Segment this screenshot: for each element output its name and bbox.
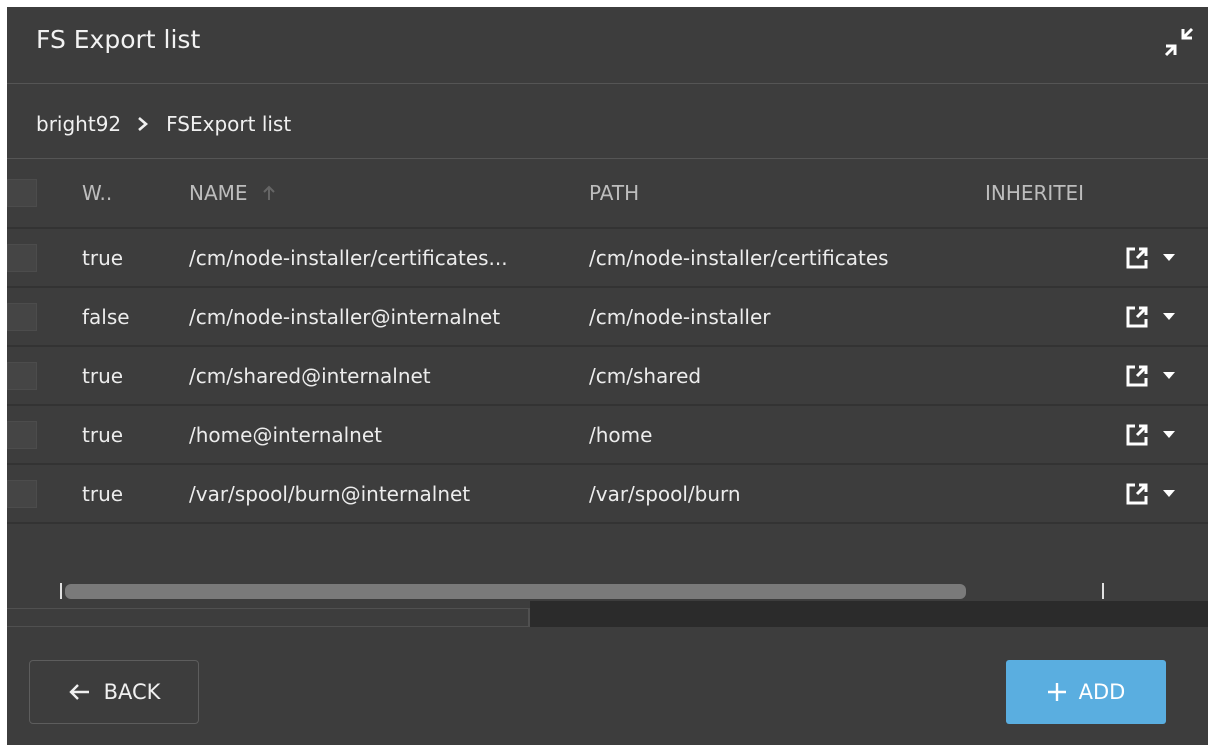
- column-header-name[interactable]: NAME: [189, 159, 574, 227]
- dropdown-caret-icon[interactable]: [1163, 253, 1175, 262]
- divider: [7, 626, 529, 627]
- column-header-inherited[interactable]: INHERITEI: [985, 159, 1103, 227]
- row-checkbox[interactable]: [7, 420, 37, 449]
- scrollbar-right-tick: [1102, 583, 1104, 599]
- cell-inherited: [985, 465, 1103, 522]
- cell-path: /var/spool/burn: [589, 481, 741, 506]
- cell-name: /cm/shared@internalnet: [189, 363, 431, 388]
- cell-w: true: [82, 422, 124, 447]
- cell-inherited: [985, 288, 1103, 345]
- open-external-icon[interactable]: [1125, 246, 1149, 270]
- open-external-icon[interactable]: [1125, 305, 1149, 329]
- horizontal-scrollbar-thumb[interactable]: [65, 584, 966, 599]
- add-button-label: ADD: [1078, 680, 1126, 704]
- collapse-arrows-icon: [1164, 27, 1194, 57]
- table-row[interactable]: true /cm/shared@internalnet /cm/shared: [7, 347, 1208, 406]
- row-checkbox[interactable]: [7, 302, 37, 331]
- table-row[interactable]: false /cm/node-installer@internalnet /cm…: [7, 288, 1208, 347]
- cell-inherited: [985, 406, 1103, 463]
- chevron-right-icon: [137, 116, 149, 132]
- cell-path: /cm/node-installer: [589, 304, 771, 329]
- table-row[interactable]: true /cm/node-installer/certificates... …: [7, 229, 1208, 288]
- scrollbar-left-tick: [60, 583, 62, 599]
- table-header-row: W.. NAME PATH INHERITEI: [7, 159, 1208, 229]
- add-button[interactable]: ADD: [1006, 660, 1166, 724]
- scroll-track-dark: [530, 601, 1208, 627]
- cell-inherited: [985, 229, 1103, 286]
- cell-path: /cm/node-installer/certificates: [589, 245, 889, 270]
- breadcrumb: bright92 FSExport list: [36, 110, 291, 138]
- select-all-checkbox[interactable]: [7, 179, 37, 207]
- table-row[interactable]: true /home@internalnet /home: [7, 406, 1208, 465]
- breadcrumb-item-bright92[interactable]: bright92: [36, 112, 121, 136]
- column-header-w[interactable]: W..: [82, 159, 172, 227]
- dropdown-caret-icon[interactable]: [1163, 371, 1175, 380]
- dropdown-caret-icon[interactable]: [1163, 489, 1175, 498]
- panel-title: FS Export list: [36, 25, 201, 54]
- open-external-icon[interactable]: [1125, 423, 1149, 447]
- divider: [7, 608, 529, 609]
- breadcrumb-item-current: FSExport list: [166, 112, 292, 136]
- cell-inherited: [985, 347, 1103, 404]
- plus-icon: [1047, 683, 1066, 701]
- column-header-name-label: NAME: [189, 181, 248, 205]
- back-button[interactable]: BACK: [29, 660, 199, 724]
- arrow-left-icon: [68, 684, 89, 700]
- open-external-icon[interactable]: [1125, 482, 1149, 506]
- column-header-path[interactable]: PATH: [589, 159, 979, 227]
- back-button-label: BACK: [103, 680, 161, 704]
- cell-name: /cm/node-installer/certificates...: [189, 245, 508, 270]
- cell-w: true: [82, 245, 124, 270]
- row-checkbox[interactable]: [7, 479, 37, 508]
- cell-w: false: [82, 304, 130, 329]
- sort-ascending-icon: [262, 185, 276, 201]
- dropdown-caret-icon[interactable]: [1163, 312, 1175, 321]
- fsexport-table: W.. NAME PATH INHERITEI true /cm/node-in…: [7, 159, 1208, 524]
- open-external-icon[interactable]: [1125, 364, 1149, 388]
- cell-name: /home@internalnet: [189, 422, 382, 447]
- cell-w: true: [82, 481, 124, 506]
- fs-export-panel: FS Export list bright92 FSExport list W.…: [7, 7, 1208, 745]
- cell-path: /home: [589, 422, 653, 447]
- table-row[interactable]: true /var/spool/burn@internalnet /var/sp…: [7, 465, 1208, 524]
- dropdown-caret-icon[interactable]: [1163, 430, 1175, 439]
- panel-header: FS Export list: [7, 7, 1208, 84]
- cell-path: /cm/shared: [589, 363, 702, 388]
- cell-name: /cm/node-installer@internalnet: [189, 304, 501, 329]
- collapse-button[interactable]: [1162, 25, 1196, 59]
- cell-name: /var/spool/burn@internalnet: [189, 481, 471, 506]
- row-checkbox[interactable]: [7, 243, 37, 272]
- divider: [528, 608, 530, 627]
- cell-w: true: [82, 363, 124, 388]
- row-checkbox[interactable]: [7, 361, 37, 390]
